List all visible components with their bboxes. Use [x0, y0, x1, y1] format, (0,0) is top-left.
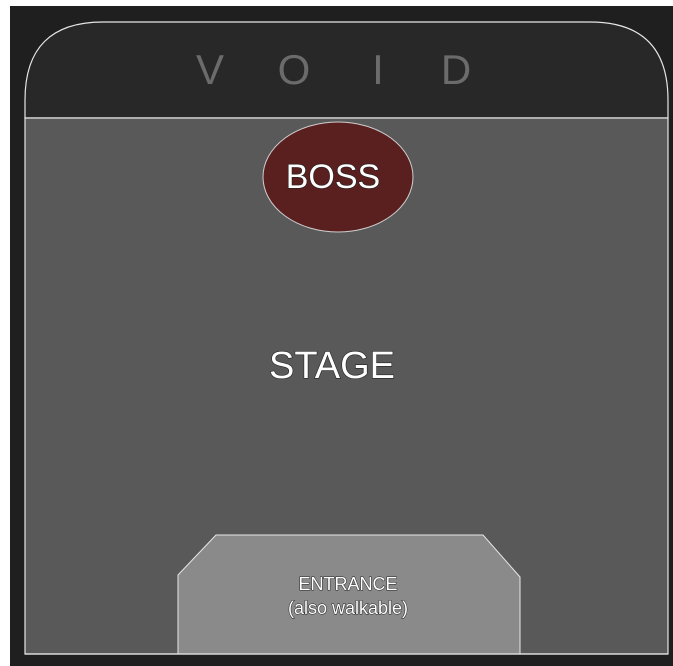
- boss-label: BOSS: [286, 158, 380, 196]
- entrance-sublabel: (also walkable): [288, 598, 408, 618]
- entrance-label: ENTRANCE: [298, 574, 397, 594]
- void-letter-i: I: [372, 46, 384, 93]
- void-region: [24, 21, 669, 119]
- void-letter-v: V: [196, 46, 224, 93]
- stage-label: STAGE: [269, 345, 395, 387]
- void-letter-d: D: [441, 46, 471, 93]
- entrance-zone: [177, 534, 521, 655]
- arena-map-svg: V O I D BOSS STAGE ENTRANCE (also walkab…: [10, 6, 673, 666]
- arena-map: V O I D BOSS STAGE ENTRANCE (also walkab…: [0, 0, 673, 666]
- void-letter-o: O: [278, 46, 311, 93]
